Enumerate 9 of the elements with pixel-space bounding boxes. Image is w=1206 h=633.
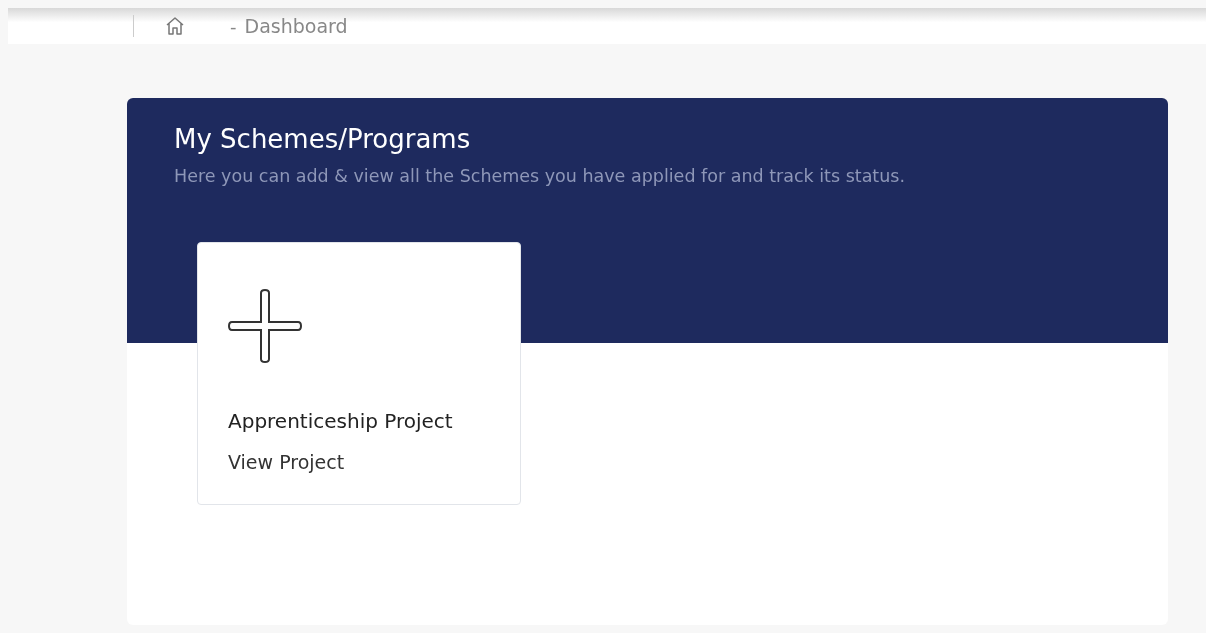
plus-icon — [228, 289, 302, 363]
section-title: My Schemes/Programs — [174, 124, 472, 154]
home-icon[interactable] — [164, 15, 186, 37]
project-card[interactable]: Apprenticeship Project View Project — [197, 242, 521, 505]
card-title: Apprenticeship Project — [228, 409, 453, 433]
breadcrumb-item[interactable]: Dashboard — [244, 15, 348, 37]
section-subtitle: Here you can add & view all the Schemes you have applied for and track its status. — [174, 166, 906, 186]
breadcrumb-separator: - — [230, 15, 237, 37]
view-project-link[interactable]: View Project — [228, 451, 345, 473]
